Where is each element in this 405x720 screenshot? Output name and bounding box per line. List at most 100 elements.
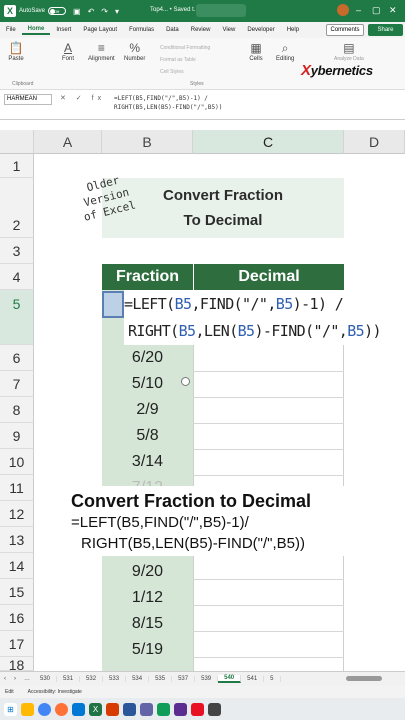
decimal-header[interactable]: Decimal xyxy=(193,264,344,290)
sheet-tab-active[interactable]: 540 xyxy=(218,675,242,683)
cell-styles-button[interactable]: Cell Styles xyxy=(160,66,210,78)
row-header-1[interactable]: 1 xyxy=(0,154,34,178)
sheet-tab[interactable]: 5 xyxy=(264,676,281,682)
row-header-7[interactable]: 7 xyxy=(0,371,34,397)
close-icon[interactable]: ✕ xyxy=(389,5,397,16)
media-icon[interactable] xyxy=(191,702,204,716)
sheet-tab[interactable]: 534 xyxy=(126,676,150,682)
customize-toolbar-icon[interactable]: ▾ xyxy=(115,7,119,16)
paste-button[interactable]: 📋 Paste xyxy=(8,40,24,62)
tab-data[interactable]: Data xyxy=(160,27,185,33)
fraction-cell[interactable]: 8/15 xyxy=(102,615,193,633)
column-header-a[interactable]: A xyxy=(34,130,102,154)
chrome-icon[interactable] xyxy=(38,702,51,716)
row-header-17[interactable]: 17 xyxy=(0,631,34,657)
visual-studio-icon[interactable] xyxy=(174,702,187,716)
share-button[interactable]: Share xyxy=(368,24,403,36)
tab-help[interactable]: Help xyxy=(281,27,305,33)
file-explorer-icon[interactable] xyxy=(21,702,34,716)
minimize-icon[interactable]: – xyxy=(356,5,361,15)
fraction-cell[interactable]: 5/19 xyxy=(102,641,193,659)
accessibility-status[interactable]: Accessibility: Investigate xyxy=(28,689,82,695)
font-button[interactable]: A Font xyxy=(60,40,76,62)
column-header-b[interactable]: B xyxy=(102,130,193,154)
maximize-icon[interactable]: ▢ xyxy=(372,5,381,16)
sheet-tab[interactable]: 533 xyxy=(103,676,127,682)
analyze-data-button[interactable]: ▤ Analyze Data xyxy=(334,40,364,62)
formula-input[interactable]: =LEFT(B5,FIND("/",B5)-1) / RIGHT(B5,LEN(… xyxy=(114,94,222,112)
tab-developer[interactable]: Developer xyxy=(241,27,280,33)
alignment-button[interactable]: ≡ Alignment xyxy=(88,40,115,62)
excel-taskbar-icon[interactable]: X xyxy=(89,702,102,716)
row-header-10[interactable]: 10 xyxy=(0,449,34,475)
redo-icon[interactable]: ↷ xyxy=(101,7,108,16)
row-header-6[interactable]: 6 xyxy=(0,345,34,371)
number-button[interactable]: % Number xyxy=(124,40,145,62)
sheet-tab[interactable]: 531 xyxy=(57,676,81,682)
more-sheets-icon[interactable]: … xyxy=(20,676,34,682)
teams-icon[interactable] xyxy=(140,702,153,716)
sheet-tab[interactable]: 537 xyxy=(172,676,196,682)
tab-view[interactable]: View xyxy=(216,27,241,33)
sheet-tab[interactable]: 532 xyxy=(80,676,104,682)
undo-icon[interactable]: ↶ xyxy=(88,7,95,16)
row-header-18[interactable]: 18 xyxy=(0,657,34,673)
fraction-cell[interactable]: 9/20 xyxy=(102,563,193,581)
fraction-cell[interactable]: 3/14 xyxy=(102,453,193,471)
row-header-5[interactable]: 5 xyxy=(0,290,34,345)
firefox-icon[interactable] xyxy=(55,702,68,716)
select-all-corner[interactable] xyxy=(0,130,34,154)
row-header-3[interactable]: 3 xyxy=(0,238,34,264)
fraction-cell[interactable]: 2/9 xyxy=(102,401,193,419)
cells-button[interactable]: ▦ Cells xyxy=(248,40,264,62)
next-sheet-icon[interactable]: › xyxy=(10,676,20,682)
row-header-11[interactable]: 11 xyxy=(0,475,34,501)
column-header-c[interactable]: C xyxy=(193,130,344,154)
sheet-tab[interactable]: 530 xyxy=(34,676,58,682)
app-icon[interactable] xyxy=(157,702,170,716)
tab-insert[interactable]: Insert xyxy=(50,27,77,33)
comments-button[interactable]: Comments xyxy=(326,24,364,36)
row-header-15[interactable]: 15 xyxy=(0,579,34,605)
row-header-13[interactable]: 13 xyxy=(0,527,34,553)
active-cell[interactable] xyxy=(102,291,124,318)
format-as-table-button[interactable]: Format as Table xyxy=(160,54,210,66)
tab-home[interactable]: Home xyxy=(21,26,51,35)
taskbar: ⊞ X xyxy=(0,698,405,720)
fraction-cell[interactable]: 1/12 xyxy=(102,589,193,607)
horizontal-scrollbar[interactable] xyxy=(346,676,382,681)
sheet-tab[interactable]: 535 xyxy=(149,676,173,682)
start-icon[interactable]: ⊞ xyxy=(4,702,17,716)
row-header-16[interactable]: 16 xyxy=(0,605,34,631)
avatar[interactable] xyxy=(337,4,349,16)
row-header-12[interactable]: 12 xyxy=(0,501,34,527)
row-header-9[interactable]: 9 xyxy=(0,423,34,449)
word-icon[interactable] xyxy=(123,702,136,716)
row-header-8[interactable]: 8 xyxy=(0,397,34,423)
fraction-cell[interactable]: 5/10 xyxy=(102,375,193,393)
conditional-formatting-button[interactable]: Conditional Formatting xyxy=(160,42,210,54)
row-header-2[interactable]: 2 xyxy=(0,178,34,238)
search-box[interactable] xyxy=(196,4,246,17)
formula-bar-icons[interactable]: ✕ ✓ fx xyxy=(60,94,105,102)
name-box[interactable]: HARMEAN xyxy=(4,94,52,105)
fraction-header[interactable]: Fraction xyxy=(102,264,193,290)
tab-review[interactable]: Review xyxy=(185,27,217,33)
fraction-cell[interactable]: 6/20 xyxy=(102,349,193,367)
autosave-toggle[interactable]: Off xyxy=(48,7,67,15)
tab-file[interactable]: File xyxy=(0,27,22,33)
tab-page-layout[interactable]: Page Layout xyxy=(77,27,123,33)
sheet-tab[interactable]: 541 xyxy=(241,676,265,682)
fraction-cell[interactable]: 5/8 xyxy=(102,427,193,445)
terminal-icon[interactable] xyxy=(208,702,221,716)
save-icon[interactable]: ▣ xyxy=(73,7,81,16)
edge-icon[interactable] xyxy=(72,702,85,716)
editing-button[interactable]: ⌕ Editing xyxy=(276,40,294,63)
powerpoint-icon[interactable] xyxy=(106,702,119,716)
prev-sheet-icon[interactable]: ‹ xyxy=(0,676,10,682)
tab-formulas[interactable]: Formulas xyxy=(123,27,160,33)
row-header-14[interactable]: 14 xyxy=(0,553,34,579)
row-header-4[interactable]: 4 xyxy=(0,264,34,290)
sheet-tab[interactable]: 539 xyxy=(195,676,219,682)
column-header-d[interactable]: D xyxy=(344,130,405,154)
